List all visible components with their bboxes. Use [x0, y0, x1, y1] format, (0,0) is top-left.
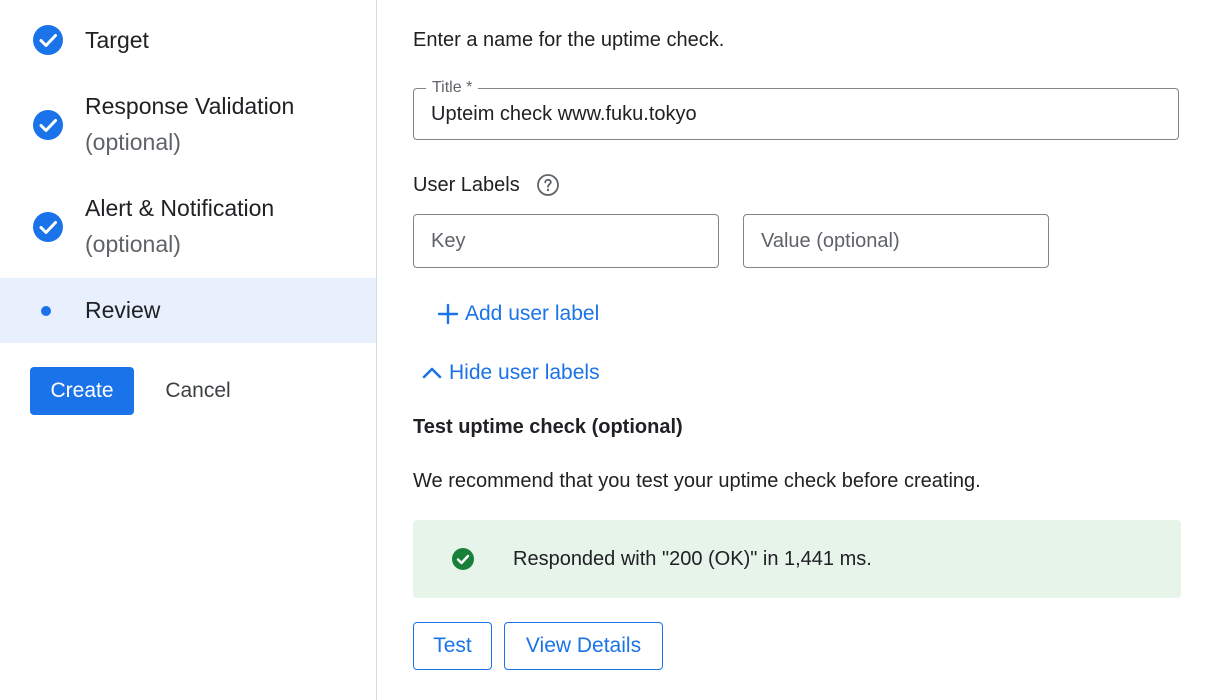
label-key-field[interactable] — [413, 214, 719, 268]
step-title: Target — [85, 27, 149, 53]
step-target[interactable]: Target — [0, 0, 376, 80]
view-details-button[interactable]: View Details — [504, 622, 663, 670]
label-key-input[interactable] — [431, 215, 701, 267]
check-circle-icon — [33, 110, 63, 140]
title-field[interactable]: Title * — [413, 78, 1179, 140]
step-review[interactable]: Review — [0, 278, 376, 343]
test-result-banner: Responded with "200 (OK)" in 1,441 ms. — [413, 520, 1181, 598]
review-form: Enter a name for the uptime check. Title… — [377, 0, 1226, 700]
add-user-label-button[interactable]: Add user label — [437, 300, 599, 328]
plus-icon — [437, 303, 459, 325]
create-button[interactable]: Create — [30, 367, 134, 415]
hide-user-labels-button[interactable]: Hide user labels — [421, 359, 600, 387]
test-recommendation: We recommend that you test your uptime c… — [413, 470, 981, 492]
form-intro: Enter a name for the uptime check. — [413, 29, 725, 51]
label-value-input[interactable] — [761, 215, 1031, 267]
check-circle-icon — [33, 25, 63, 55]
dot-icon — [41, 306, 51, 316]
check-circle-icon — [33, 212, 63, 242]
step-subtitle: (optional) — [85, 231, 181, 257]
stepper-panel: Target Response Validation (optional) Al… — [0, 0, 377, 700]
test-section-heading: Test uptime check (optional) — [413, 416, 683, 438]
step-response-validation[interactable]: Response Validation (optional) — [0, 80, 376, 180]
help-circle-icon[interactable] — [536, 173, 560, 197]
chevron-up-icon — [421, 362, 443, 384]
hide-user-labels-text: Hide user labels — [449, 361, 600, 384]
add-user-label-text: Add user label — [465, 302, 600, 325]
step-alert-notification[interactable]: Alert & Notification (optional) — [0, 182, 376, 278]
check-circle-icon — [452, 548, 474, 570]
step-subtitle: (optional) — [85, 129, 181, 155]
test-result-text: Responded with "200 (OK)" in 1,441 ms. — [513, 548, 872, 570]
label-value-field[interactable] — [743, 214, 1049, 268]
test-button[interactable]: Test — [413, 622, 492, 670]
user-labels-heading: User Labels — [413, 174, 520, 196]
step-title: Alert & Notification — [85, 195, 275, 221]
title-input[interactable] — [431, 89, 1161, 139]
step-title: Review — [85, 297, 161, 323]
step-title: Response Validation — [85, 93, 295, 119]
cancel-button[interactable]: Cancel — [150, 367, 246, 415]
